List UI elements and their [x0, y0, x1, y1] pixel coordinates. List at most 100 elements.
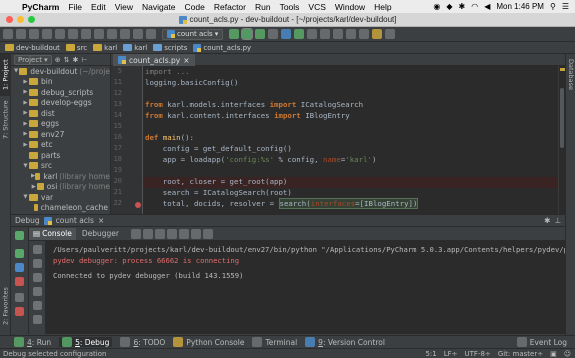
- breadcrumb-item[interactable]: dev-buildout: [5, 44, 60, 52]
- hide-icon[interactable]: ⊢: [81, 56, 87, 64]
- menu-navigate[interactable]: Navigate: [142, 2, 176, 12]
- print-icon[interactable]: [33, 301, 42, 310]
- app-menu[interactable]: PyCharm: [22, 2, 59, 12]
- menu-tools[interactable]: Tools: [280, 2, 300, 12]
- redo-icon[interactable]: [55, 29, 65, 39]
- open-icon[interactable]: [3, 29, 13, 39]
- tab-debugger[interactable]: Debugger: [78, 228, 123, 240]
- back-icon[interactable]: [133, 29, 143, 39]
- tree-item[interactable]: chameleon_cache: [11, 203, 110, 214]
- up-arrow-icon[interactable]: [33, 245, 42, 254]
- chevron-right-icon[interactable]: ▶: [22, 131, 29, 137]
- git-branch[interactable]: Git: master÷: [498, 350, 543, 358]
- chevron-right-icon[interactable]: ▶: [22, 100, 29, 106]
- lock-icon[interactable]: ▣: [550, 350, 557, 358]
- save-all-icon[interactable]: [16, 29, 26, 39]
- chevron-right-icon[interactable]: ▶: [22, 110, 29, 116]
- chevron-right-icon[interactable]: ▶: [22, 142, 29, 148]
- clear-all-icon[interactable]: [33, 315, 42, 324]
- vcs-update-icon[interactable]: [281, 29, 292, 39]
- chevron-right-icon[interactable]: ▶: [22, 121, 29, 127]
- synchronize-icon[interactable]: [29, 29, 39, 39]
- gear-icon[interactable]: ✱: [544, 216, 550, 225]
- breadcrumb-item[interactable]: karl: [123, 44, 147, 52]
- show-execution-point-icon[interactable]: [131, 228, 141, 239]
- menu-view[interactable]: View: [115, 2, 133, 12]
- line-separator[interactable]: LF÷: [444, 350, 458, 358]
- close-window-icon[interactable]: [6, 16, 13, 23]
- settings-icon[interactable]: [346, 29, 357, 39]
- scrollbar-thumb[interactable]: [560, 88, 564, 148]
- tool-tab-terminal[interactable]: Terminal: [252, 337, 297, 347]
- tool-tab-event-log[interactable]: Event Log: [516, 337, 575, 347]
- run-icon[interactable]: [229, 29, 240, 39]
- tree-item[interactable]: ▼ var: [11, 192, 110, 203]
- debug-icon[interactable]: [241, 28, 254, 40]
- close-icon[interactable]: ×: [98, 216, 104, 225]
- zoom-window-icon[interactable]: [28, 16, 35, 23]
- tree-item[interactable]: ▶ eggs: [11, 119, 110, 130]
- menu-list-icon[interactable]: ☰: [562, 2, 569, 11]
- run-configuration-select[interactable]: count acls ▾: [162, 28, 224, 40]
- menu-help[interactable]: Help: [374, 2, 391, 12]
- tree-item[interactable]: ▶ develop-eggs: [11, 98, 110, 109]
- menu-edit[interactable]: Edit: [91, 2, 106, 12]
- breadcrumb-item[interactable]: count_acls.py: [193, 43, 251, 52]
- undo-icon[interactable]: [42, 29, 52, 39]
- vcs-history-icon[interactable]: [320, 29, 331, 39]
- structure-tool-tab[interactable]: 7: Structure: [0, 96, 11, 144]
- collapse-icon[interactable]: ⇅: [64, 56, 70, 64]
- menu-window[interactable]: Window: [335, 2, 365, 12]
- tool-tab-todo[interactable]: 6: TODO: [120, 337, 165, 347]
- find-icon[interactable]: [107, 29, 117, 39]
- cut-icon[interactable]: [68, 29, 78, 39]
- tree-item[interactable]: ▶ env27: [11, 129, 110, 140]
- editor-gutter[interactable]: 5 11 12 13 14 15 16 17 18 19 20 21 22: [111, 66, 143, 214]
- minimize-window-icon[interactable]: [17, 16, 24, 23]
- volume-icon[interactable]: ◀: [484, 2, 490, 11]
- menu-run[interactable]: Run: [255, 2, 271, 12]
- evaluate-expression-icon[interactable]: [203, 228, 213, 239]
- breadcrumb-item[interactable]: src: [65, 44, 87, 52]
- view-breakpoints-icon[interactable]: [15, 293, 24, 302]
- editor-tab[interactable]: count_acls.py ×: [113, 54, 195, 66]
- tree-item[interactable]: ▶ osi (library home: [11, 182, 110, 193]
- debug-config-tab[interactable]: count acls: [56, 216, 94, 225]
- tree-item[interactable]: parts: [11, 150, 110, 161]
- tree-item[interactable]: ▼ src: [11, 161, 110, 172]
- tree-item[interactable]: ▶ bin: [11, 77, 110, 88]
- step-over-icon[interactable]: [143, 228, 153, 239]
- copy-icon[interactable]: [81, 29, 91, 39]
- tree-item[interactable]: ▼ dev-buildout (~/proje: [11, 66, 110, 77]
- project-tool-tab[interactable]: 1: Project: [0, 54, 11, 96]
- debug-console[interactable]: /Users/paulveritt/projects/karl/dev-buil…: [46, 241, 565, 334]
- soft-wrap-icon[interactable]: [33, 273, 42, 282]
- menu-file[interactable]: File: [68, 2, 82, 12]
- scroll-to-end-icon[interactable]: [33, 287, 42, 296]
- step-out-icon[interactable]: [179, 228, 189, 239]
- code-editor[interactable]: import ... logging.basicConfig() from ka…: [143, 66, 558, 214]
- profile-icon[interactable]: [268, 29, 279, 39]
- editor-scrollbar[interactable]: [558, 66, 565, 214]
- file-encoding[interactable]: UTF-8÷: [465, 350, 491, 358]
- sync-icon[interactable]: ⊕: [55, 56, 61, 64]
- vcs-compare-icon[interactable]: [307, 29, 318, 39]
- vcs-commit-icon[interactable]: [294, 29, 305, 39]
- breadcrumb-item[interactable]: scripts: [153, 44, 187, 52]
- project-structure-icon[interactable]: [359, 29, 370, 39]
- tree-item[interactable]: ▶ karl (library home: [11, 171, 110, 182]
- close-icon[interactable]: ×: [183, 56, 189, 65]
- step-into-my-code-icon[interactable]: [167, 228, 177, 239]
- resume-icon[interactable]: [15, 249, 24, 258]
- mute-breakpoints-icon[interactable]: [15, 307, 24, 316]
- help-icon[interactable]: [385, 29, 396, 39]
- paste-icon[interactable]: [94, 29, 104, 39]
- breadcrumb-item[interactable]: karl: [93, 44, 117, 52]
- caret-position[interactable]: 5:1: [425, 350, 436, 358]
- tab-console[interactable]: ▤ Console: [29, 227, 76, 240]
- tool-tab-debug[interactable]: 5: Debug: [59, 337, 113, 347]
- notification-icon[interactable]: ◉: [433, 2, 440, 11]
- breakpoint-icon[interactable]: [135, 202, 141, 208]
- coverage-icon[interactable]: [255, 29, 266, 39]
- replace-icon[interactable]: [120, 29, 130, 39]
